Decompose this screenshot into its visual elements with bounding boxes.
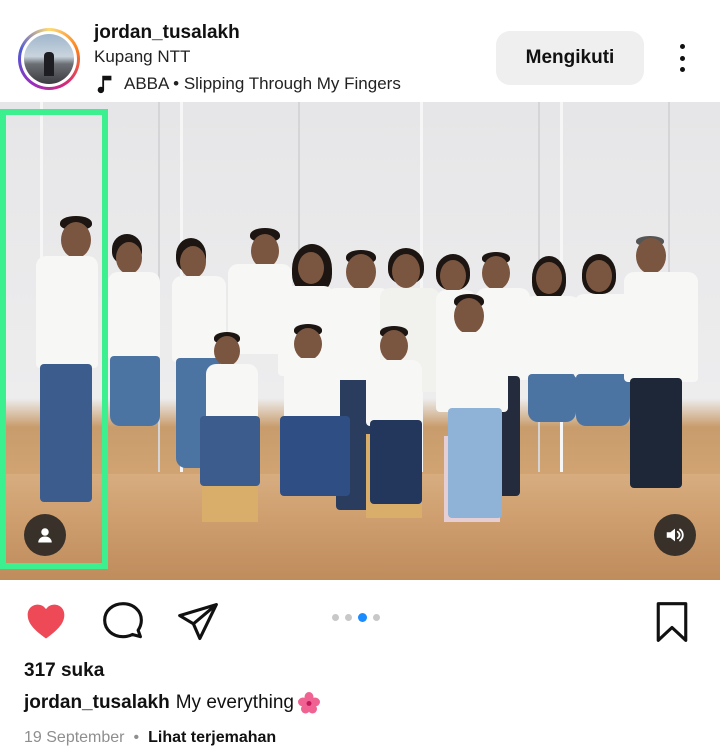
following-button[interactable]: Mengikuti (496, 31, 644, 85)
send-icon[interactable] (176, 600, 220, 644)
bookmark-icon[interactable] (650, 600, 694, 644)
selection-highlight-box (0, 109, 108, 569)
user-tag-icon (38, 528, 52, 543)
carousel-indicator (332, 613, 380, 622)
hibiscus-emoji-icon (298, 692, 320, 714)
post-meta: 19 September • Lihat terjemahan (24, 729, 276, 747)
profile-avatar[interactable] (18, 28, 80, 90)
caption-text: My everything (175, 692, 294, 713)
avatar-image (24, 34, 74, 84)
sound-on-icon (666, 528, 684, 542)
music-label: ABBA • Slipping Through My Fingers (124, 74, 401, 93)
more-vertical-icon[interactable] (668, 40, 696, 76)
carousel-dot (373, 614, 380, 621)
music-note-icon (97, 75, 112, 94)
post-actions (0, 580, 720, 656)
meta-separator: • (133, 729, 140, 746)
post-location[interactable]: Kupang NTT (94, 47, 190, 67)
carousel-dot (332, 614, 339, 621)
post-music[interactable]: ABBA • Slipping Through My Fingers (94, 73, 401, 95)
carousel-dot-active (358, 613, 367, 622)
post-header: jordan_tusalakh Kupang NTT ABBA • Slippi… (0, 0, 720, 102)
sound-button[interactable] (654, 514, 696, 556)
post-caption: jordan_tusalakh My everything (24, 691, 321, 715)
heart-filled-icon[interactable] (24, 600, 68, 644)
post-photo[interactable] (0, 102, 720, 580)
post-date: 19 September (24, 729, 125, 746)
user-tag-button[interactable] (24, 514, 66, 556)
caption-username[interactable]: jordan_tusalakh (24, 692, 170, 714)
avatar-frame (21, 31, 77, 87)
like-count[interactable]: 317 suka (24, 660, 104, 682)
carousel-dot (345, 614, 352, 621)
see-translation-link[interactable]: Lihat terjemahan (148, 729, 276, 747)
post-username[interactable]: jordan_tusalakh (94, 22, 240, 44)
comment-icon[interactable] (101, 600, 145, 644)
